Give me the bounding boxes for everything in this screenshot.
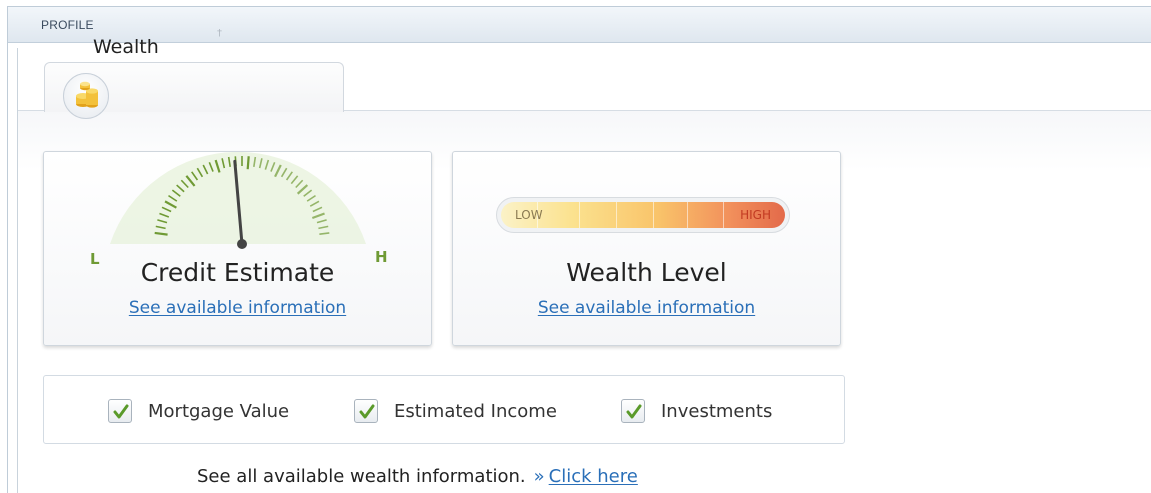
credit-estimate-card: L H Credit Estimate See available inform… (43, 151, 432, 346)
wealth-checks: Mortgage Value Estimated Income Investme… (43, 375, 845, 444)
wealth-meter: LOW HIGH (496, 197, 790, 233)
check-label: Investments (661, 400, 773, 422)
wealth-level-card: LOW HIGH Wealth Level See available info… (452, 151, 841, 346)
gauge-hub (237, 239, 247, 249)
footer-line: See all available wealth information. » Cl… (197, 466, 638, 487)
tab-title: Wealth (93, 36, 159, 58)
check-label: Mortgage Value (148, 400, 290, 422)
check-mortgage-value[interactable]: Mortgage Value (108, 398, 289, 424)
credit-estimate-title: Credit Estimate (140, 258, 335, 287)
check-investments[interactable]: Investments (621, 398, 772, 424)
check-icon[interactable] (621, 399, 645, 423)
check-label: Estimated Income (394, 400, 557, 422)
gauge-tick (246, 156, 250, 170)
footer-text: See all available wealth information. (197, 466, 526, 487)
section-header: PROFILE (8, 7, 1151, 43)
check-icon[interactable] (354, 399, 378, 423)
credit-info-link[interactable]: See available information (44, 298, 431, 318)
check-icon[interactable] (108, 399, 132, 423)
check-estimated-income[interactable]: Estimated Income (354, 398, 557, 424)
footer-click-here-link[interactable]: Click here (549, 466, 638, 487)
section-title: PROFILE (41, 18, 94, 32)
credit-gauge: L H (90, 152, 388, 268)
tab-wealth[interactable] (44, 62, 344, 119)
footer-arrow: » (533, 466, 545, 487)
coin-stack-icon (63, 73, 109, 119)
wealth-level-title: Wealth Level (566, 258, 727, 287)
wealth-info-link[interactable]: See available information (453, 298, 840, 318)
wealth-meter-bar: LOW HIGH (501, 202, 785, 228)
tab-footnote-marker: † (217, 28, 222, 39)
meter-low-label: LOW (515, 208, 543, 222)
meter-high-label: HIGH (740, 208, 771, 222)
